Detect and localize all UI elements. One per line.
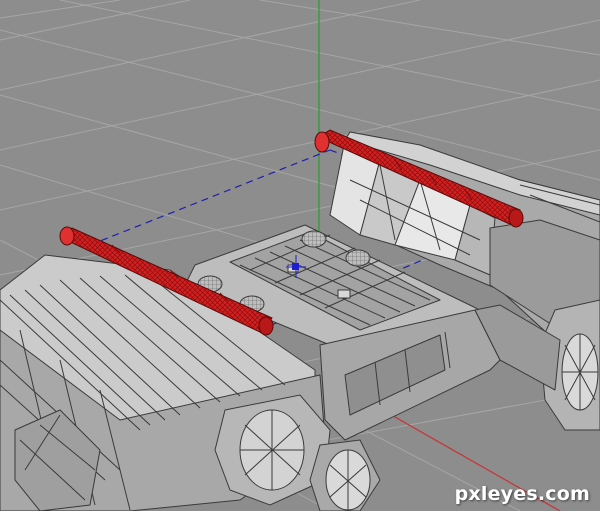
dome [301,230,327,248]
watermark-text: pxleyes.com [454,483,590,505]
3d-viewport[interactable]: pxleyes.com [0,0,600,511]
viewport-canvas[interactable] [0,0,600,511]
dome [345,249,371,267]
